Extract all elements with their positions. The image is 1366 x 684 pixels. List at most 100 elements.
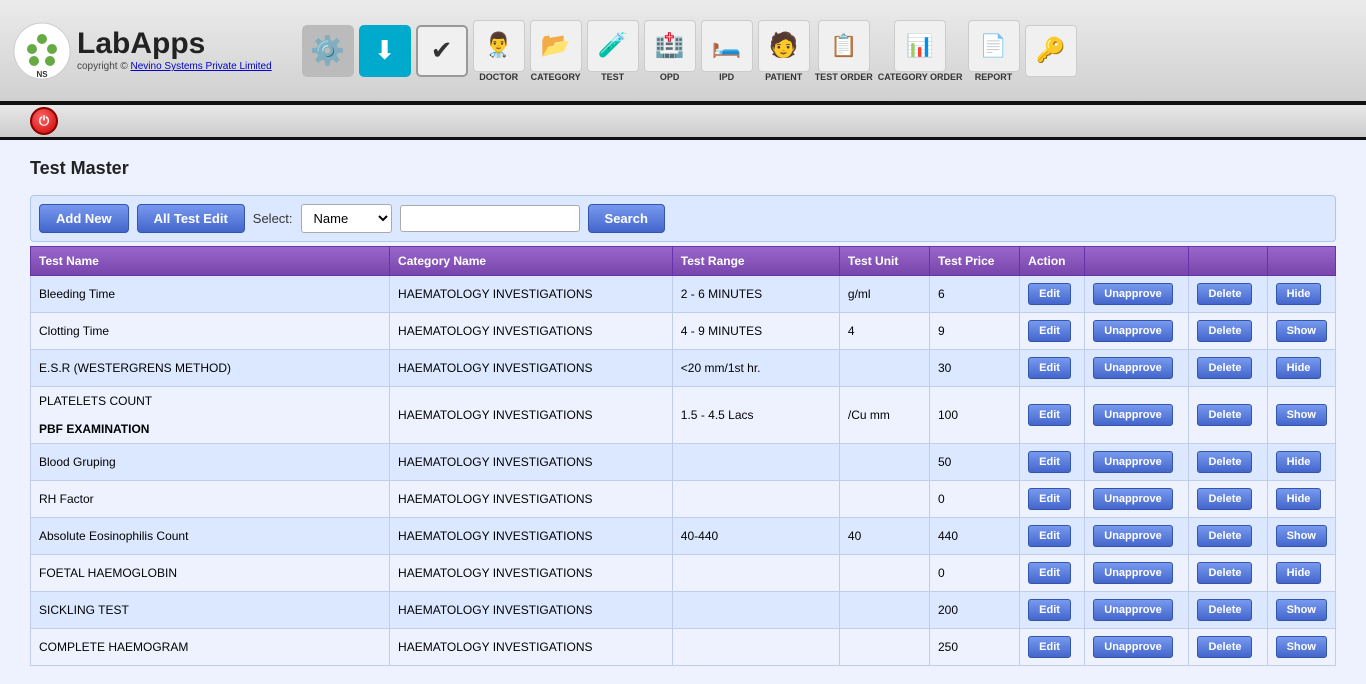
cell-delete: Delete xyxy=(1189,350,1267,387)
nav-test-label: TEST xyxy=(601,72,624,82)
cell-delete: Delete xyxy=(1189,313,1267,350)
col-action: Action xyxy=(1020,247,1085,276)
edit-button[interactable]: Edit xyxy=(1028,525,1071,547)
nav-patient[interactable]: 🧑 PATIENT xyxy=(758,20,810,82)
cell-price: 0 xyxy=(929,481,1019,518)
unapprove-button[interactable]: Unapprove xyxy=(1093,599,1172,621)
cell-test-name: E.S.R (WESTERGRENS METHOD) xyxy=(31,350,390,387)
show-hide-button[interactable]: Show xyxy=(1276,636,1327,658)
cell-category: HAEMATOLOGY INVESTIGATIONS xyxy=(390,276,673,313)
unapprove-button[interactable]: Unapprove xyxy=(1093,636,1172,658)
show-hide-button[interactable]: Show xyxy=(1276,404,1327,426)
nav-test-order[interactable]: 📋 TEST ORDER xyxy=(815,20,873,82)
nav-doctor[interactable]: 👨‍⚕️ DOCTOR xyxy=(473,20,525,82)
edit-button[interactable]: Edit xyxy=(1028,562,1071,584)
all-test-edit-button[interactable]: All Test Edit xyxy=(137,204,245,233)
nav-opd[interactable]: 🏥 OPD xyxy=(644,20,696,82)
nav-opd-label: OPD xyxy=(660,72,680,82)
nav-test-order-label: TEST ORDER xyxy=(815,72,873,82)
select-field[interactable]: Name Category xyxy=(301,204,392,233)
show-hide-button[interactable]: Hide xyxy=(1276,283,1322,305)
data-table: Test Name Category Name Test Range Test … xyxy=(30,246,1336,666)
edit-button[interactable]: Edit xyxy=(1028,451,1071,473)
delete-button[interactable]: Delete xyxy=(1197,451,1252,473)
unapprove-button[interactable]: Unapprove xyxy=(1093,357,1172,379)
cell-unapprove: Unapprove xyxy=(1085,444,1189,481)
nav-ipd[interactable]: 🛏️ IPD xyxy=(701,20,753,82)
search-button[interactable]: Search xyxy=(588,204,665,233)
table-row: Clotting Time HAEMATOLOGY INVESTIGATIONS… xyxy=(31,313,1336,350)
show-hide-button[interactable]: Show xyxy=(1276,320,1327,342)
copyright-link[interactable]: Nevino Systems Private Limited xyxy=(131,61,272,72)
show-hide-button[interactable]: Show xyxy=(1276,525,1327,547)
cell-edit: Edit xyxy=(1020,481,1085,518)
edit-button[interactable]: Edit xyxy=(1028,599,1071,621)
cell-range: 2 - 6 MINUTES xyxy=(672,276,839,313)
col-action3 xyxy=(1189,247,1267,276)
nav-patient-label: PATIENT xyxy=(765,72,802,82)
cell-unapprove: Unapprove xyxy=(1085,350,1189,387)
delete-button[interactable]: Delete xyxy=(1197,404,1252,426)
delete-button[interactable]: Delete xyxy=(1197,320,1252,342)
show-hide-button[interactable]: Hide xyxy=(1276,488,1322,510)
key-icon[interactable]: 🔑 xyxy=(1025,25,1077,77)
delete-button[interactable]: Delete xyxy=(1197,357,1252,379)
cell-delete: Delete xyxy=(1189,387,1267,444)
col-test-price: Test Price xyxy=(929,247,1019,276)
show-hide-button[interactable]: Hide xyxy=(1276,357,1322,379)
delete-button[interactable]: Delete xyxy=(1197,283,1252,305)
delete-button[interactable]: Delete xyxy=(1197,562,1252,584)
cell-show-hide: Hide xyxy=(1267,276,1335,313)
cell-show-hide: Hide xyxy=(1267,350,1335,387)
unapprove-button[interactable]: Unapprove xyxy=(1093,488,1172,510)
table-row: Absolute Eosinophilis Count HAEMATOLOGY … xyxy=(31,518,1336,555)
cell-category: HAEMATOLOGY INVESTIGATIONS xyxy=(390,387,673,444)
nav-category[interactable]: 📂 CATEGORY xyxy=(530,20,582,82)
settings-icon[interactable]: ⚙️ xyxy=(302,25,354,77)
nav-category-label: CATEGORY xyxy=(531,72,581,82)
cell-price: 0 xyxy=(929,555,1019,592)
main-content: Test Master Add New All Test Edit Select… xyxy=(0,140,1366,684)
delete-button[interactable]: Delete xyxy=(1197,599,1252,621)
unapprove-button[interactable]: Unapprove xyxy=(1093,525,1172,547)
nav-test[interactable]: 🧪 TEST xyxy=(587,20,639,82)
unapprove-button[interactable]: Unapprove xyxy=(1093,451,1172,473)
edit-button[interactable]: Edit xyxy=(1028,357,1071,379)
cell-category: HAEMATOLOGY INVESTIGATIONS xyxy=(390,629,673,666)
unapprove-button[interactable]: Unapprove xyxy=(1093,283,1172,305)
nav-category-order[interactable]: 📊 CATEGORY ORDER xyxy=(878,20,963,82)
search-input[interactable] xyxy=(400,205,580,232)
cell-edit: Edit xyxy=(1020,629,1085,666)
add-new-button[interactable]: Add New xyxy=(39,204,129,233)
download-icon[interactable]: ⬇ xyxy=(359,25,411,77)
cell-unit xyxy=(839,350,929,387)
edit-button[interactable]: Edit xyxy=(1028,636,1071,658)
edit-button[interactable]: Edit xyxy=(1028,283,1071,305)
unapprove-button[interactable]: Unapprove xyxy=(1093,404,1172,426)
cell-test-name: FOETAL HAEMOGLOBIN xyxy=(31,555,390,592)
edit-button[interactable]: Edit xyxy=(1028,320,1071,342)
nav-category-order-label: CATEGORY ORDER xyxy=(878,72,963,82)
nav-ipd-label: IPD xyxy=(719,72,734,82)
edit-button[interactable]: Edit xyxy=(1028,488,1071,510)
unapprove-button[interactable]: Unapprove xyxy=(1093,562,1172,584)
show-hide-button[interactable]: Show xyxy=(1276,599,1327,621)
nav-report[interactable]: 📄 REPORT xyxy=(968,20,1020,82)
unapprove-button[interactable]: Unapprove xyxy=(1093,320,1172,342)
cell-test-name: Clotting Time xyxy=(31,313,390,350)
show-hide-button[interactable]: Hide xyxy=(1276,451,1322,473)
cell-category: HAEMATOLOGY INVESTIGATIONS xyxy=(390,555,673,592)
cell-category: HAEMATOLOGY INVESTIGATIONS xyxy=(390,518,673,555)
power-button[interactable]: ⏻ xyxy=(30,107,58,135)
approve-icon[interactable]: ✔ xyxy=(416,25,468,77)
delete-button[interactable]: Delete xyxy=(1197,525,1252,547)
delete-button[interactable]: Delete xyxy=(1197,488,1252,510)
cell-unapprove: Unapprove xyxy=(1085,313,1189,350)
col-action2 xyxy=(1085,247,1189,276)
cell-test-name: Blood Gruping xyxy=(31,444,390,481)
cell-unit: 4 xyxy=(839,313,929,350)
delete-button[interactable]: Delete xyxy=(1197,636,1252,658)
show-hide-button[interactable]: Hide xyxy=(1276,562,1322,584)
edit-button[interactable]: Edit xyxy=(1028,404,1071,426)
cell-unapprove: Unapprove xyxy=(1085,629,1189,666)
